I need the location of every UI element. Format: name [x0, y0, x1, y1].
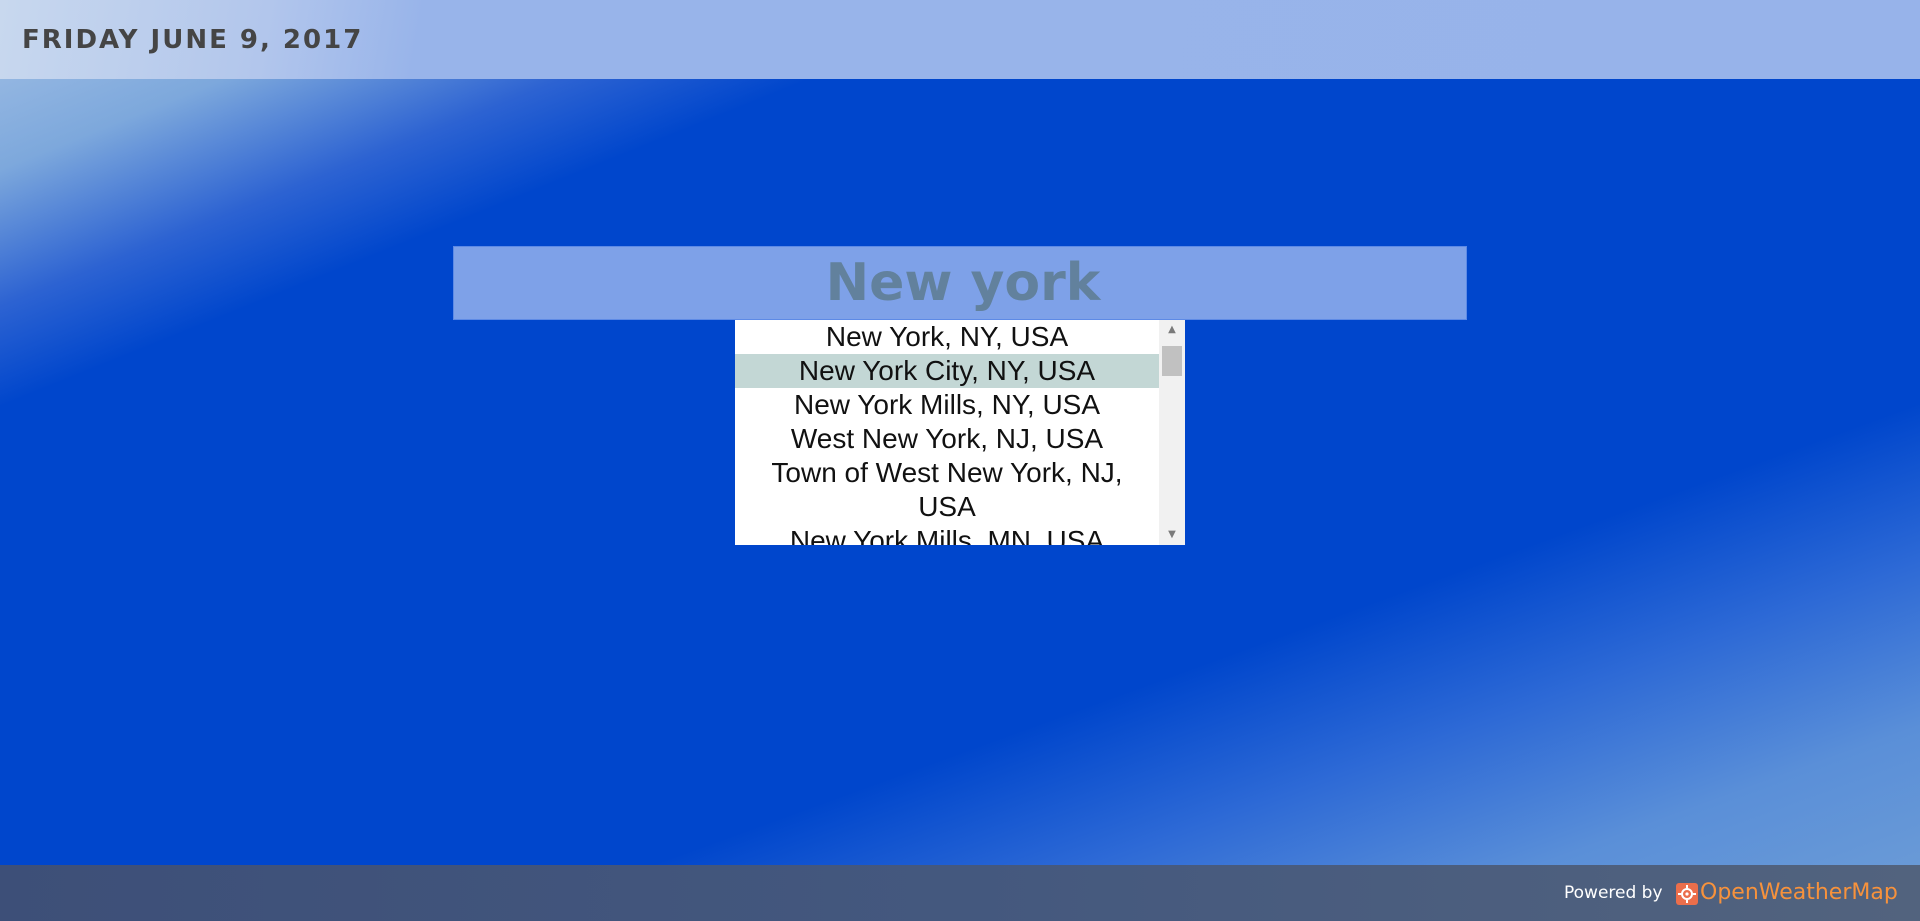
dropdown-scrollbar[interactable]: ▲ ▼: [1159, 320, 1185, 545]
footer-bar: Powered by OpenWeatherMap: [0, 865, 1920, 921]
suggestion-item[interactable]: New York, NY, USA: [735, 320, 1159, 354]
suggestion-item[interactable]: Town of West New York, NJ, USA: [735, 456, 1159, 524]
suggestion-list: New York, NY, USA New York City, NY, USA N…: [735, 320, 1159, 545]
current-date: FRIDAY JUNE 9, 2017: [22, 25, 364, 55]
suggestion-item[interactable]: New York Mills, NY, USA: [735, 388, 1159, 422]
scroll-thumb[interactable]: [1162, 346, 1182, 376]
weather-app: FRIDAY JUNE 9, 2017 New York, NY, USANew…: [0, 0, 1920, 921]
openweathermap-link[interactable]: OpenWeatherMap: [1700, 878, 1898, 908]
suggestion-item[interactable]: New York Mills, MN, USA: [735, 524, 1159, 545]
suggestion-item[interactable]: New York City, NY, USA: [735, 354, 1159, 388]
city-search-input[interactable]: [453, 246, 1467, 320]
suggestion-item[interactable]: West New York, NJ, USA: [735, 422, 1159, 456]
scroll-up-arrow-icon[interactable]: ▲: [1159, 320, 1185, 340]
scroll-down-arrow-icon[interactable]: ▼: [1159, 525, 1185, 545]
powered-by-label: Powered by: [1564, 883, 1663, 903]
header-bar: FRIDAY JUNE 9, 2017: [0, 0, 1920, 79]
openweathermap-logo-icon[interactable]: [1676, 883, 1698, 905]
city-suggestions-dropdown[interactable]: New York, NY, USA New York City, NY, USA N…: [735, 320, 1185, 545]
